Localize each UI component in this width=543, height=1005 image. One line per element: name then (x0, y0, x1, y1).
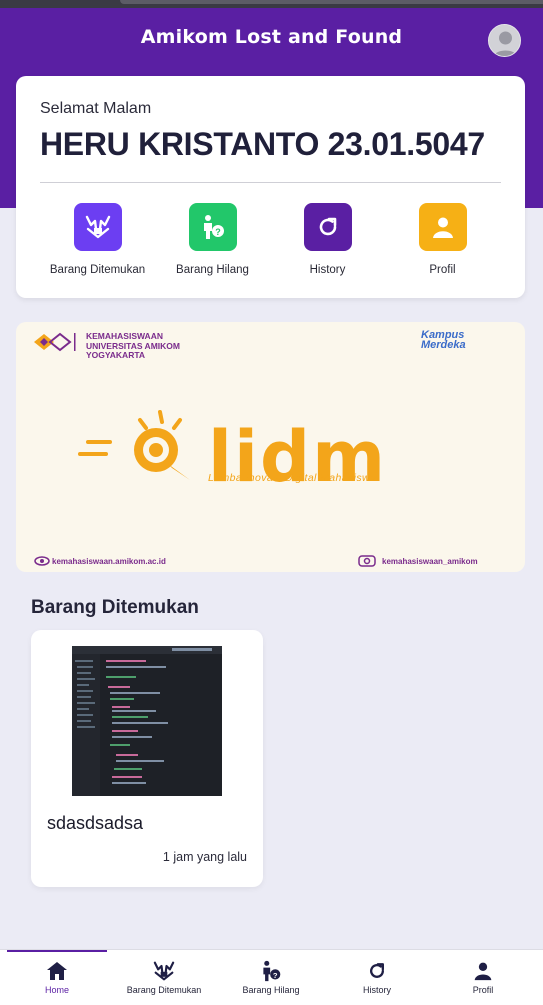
nav-label: Profil (472, 985, 494, 995)
found-item-card[interactable]: sdasdsadsa 1 jam yang lalu (31, 630, 263, 887)
bottom-navigation: Home Barang Ditemukan ? Barang Hilang Hi… (0, 949, 543, 1005)
menu-label: History (309, 264, 346, 276)
person-question-icon: ? (216, 960, 326, 982)
nav-barang-hilang[interactable]: ? Barang Hilang (216, 960, 326, 995)
refresh-icon (322, 960, 432, 982)
banner-instagram: kemahasiswaan_amikom (382, 557, 478, 566)
merdeka-line: Merdeka (421, 339, 466, 351)
user-name: HERU KRISTANTO 23.01.5047 (40, 126, 485, 162)
web-icon (34, 556, 50, 566)
banner-org: KEMAHASISWAAN UNIVERSITAS AMIKOM YOGYAKA… (86, 331, 246, 361)
user-icon (418, 203, 467, 251)
divider (40, 182, 501, 183)
app-title: Amikom Lost and Found (140, 26, 403, 48)
svg-text:?: ? (215, 227, 221, 237)
nav-label: History (362, 985, 391, 995)
user-icon (428, 960, 538, 982)
greeting-card: Selamat Malam HERU KRISTANTO 23.01.5047 … (16, 76, 525, 298)
hands-icon (109, 960, 219, 982)
nav-label: Barang Hilang (242, 985, 300, 995)
refresh-icon (303, 203, 352, 251)
section-title: Barang Ditemukan (31, 597, 199, 618)
item-name: sdasdsadsa (47, 813, 144, 833)
instagram-icon (358, 555, 376, 567)
hands-icon (73, 203, 122, 251)
banner-org-line: YOGYAKARTA (86, 350, 146, 360)
avatar[interactable] (488, 24, 521, 57)
item-image (72, 646, 222, 796)
lidm-logo-text: lidm (208, 416, 388, 498)
item-timestamp: 1 jam yang lalu (162, 850, 247, 864)
banner-tagline: Lomba Inovasi Digital Mahasiswa (208, 472, 377, 484)
home-icon (2, 960, 112, 982)
nav-label: Home (44, 985, 69, 995)
nav-label: Barang Ditemukan (126, 985, 202, 995)
nav-profil[interactable]: Profil (428, 960, 538, 995)
promo-banner[interactable]: KEMAHASISWAAN UNIVERSITAS AMIKOM YOGYAKA… (16, 322, 525, 572)
lightbulb-icon (78, 410, 190, 480)
nav-history[interactable]: History (322, 960, 432, 995)
menu-profil[interactable]: Profil (385, 203, 500, 276)
nav-home[interactable]: Home (2, 960, 112, 995)
menu-barang-ditemukan[interactable]: Barang Ditemukan (40, 203, 155, 276)
menu-barang-hilang[interactable]: ? Barang Hilang (155, 203, 270, 276)
nav-barang-ditemukan[interactable]: Barang Ditemukan (109, 960, 219, 995)
active-tab-indicator (7, 950, 107, 952)
banner-website: kemahasiswaan.amikom.ac.id (52, 557, 166, 566)
menu-label: Barang Ditemukan (49, 264, 146, 276)
menu-history[interactable]: History (270, 203, 385, 276)
svg-text:?: ? (273, 971, 278, 980)
amikom-logo-icon (34, 332, 76, 352)
person-question-icon: ? (188, 203, 237, 251)
menu-label: Profil (429, 264, 456, 276)
window-top-bar (0, 0, 543, 8)
menu-label: Barang Hilang (176, 264, 249, 276)
kampus-merdeka-logo: Kampus Merdeka (421, 330, 511, 351)
greeting-text: Selamat Malam (40, 100, 152, 117)
